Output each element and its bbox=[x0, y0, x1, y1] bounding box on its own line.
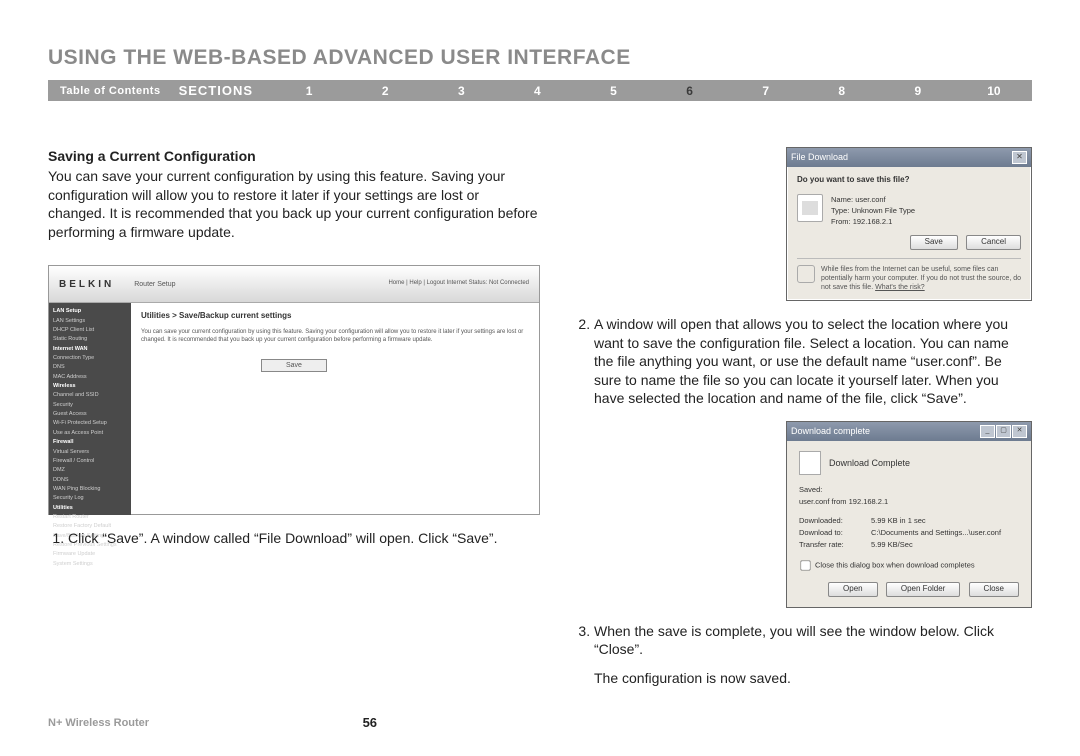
minimize-icon[interactable]: _ bbox=[980, 425, 995, 438]
intro-paragraph: You can save your current configuration … bbox=[48, 167, 540, 241]
router-setup-label: Router Setup bbox=[134, 280, 175, 289]
side-item: Security bbox=[53, 401, 127, 410]
close-icon[interactable]: ✕ bbox=[1012, 151, 1027, 164]
transferrate-value: 5.99 KB/Sec bbox=[871, 539, 913, 551]
close-checkbox[interactable] bbox=[800, 561, 810, 571]
sections-label: SECTIONS bbox=[173, 83, 271, 98]
dialog-title: File Download bbox=[791, 152, 848, 164]
section-8[interactable]: 8 bbox=[804, 84, 880, 98]
section-heading: Saving a Current Configuration bbox=[48, 147, 540, 165]
section-7[interactable]: 7 bbox=[728, 84, 804, 98]
open-button[interactable]: Open bbox=[828, 582, 878, 597]
side-item: Static Routing bbox=[53, 335, 127, 344]
section-6[interactable]: 6 bbox=[652, 84, 728, 98]
side-lan: LAN Setup bbox=[53, 307, 127, 316]
router-sidebar: LAN Setup LAN Settings DHCP Client List … bbox=[49, 303, 131, 515]
section-navbar: Table of Contents SECTIONS 1 2 3 4 5 6 7… bbox=[48, 80, 1032, 101]
side-item: Firewall / Control bbox=[53, 457, 127, 466]
side-item: WAN Ping Blocking bbox=[53, 485, 127, 494]
product-name: N+ Wireless Router bbox=[48, 717, 149, 729]
close-checkbox-label: Close this dialog box when download comp… bbox=[815, 561, 975, 570]
side-item: Connection Type bbox=[53, 354, 127, 363]
router-header-links: Home | Help | Logout Internet Status: No… bbox=[388, 280, 529, 288]
steps-right-2: When the save is complete, you will see … bbox=[574, 622, 1032, 659]
breadcrumb: Utilities > Save/Backup current settings bbox=[141, 311, 529, 322]
side-item: DMZ bbox=[53, 466, 127, 475]
from-label: From: bbox=[831, 217, 851, 226]
maximize-icon[interactable]: ▢ bbox=[996, 425, 1011, 438]
belkin-logo: BELKIN bbox=[59, 278, 114, 291]
side-item: LAN Settings bbox=[53, 317, 127, 326]
downloadto-value: C:\Documents and Settings...\user.conf bbox=[871, 527, 1001, 539]
type-value: Unknown File Type bbox=[851, 206, 915, 215]
section-4[interactable]: 4 bbox=[499, 84, 575, 98]
step-2: A window will open that allows you to se… bbox=[594, 315, 1032, 407]
side-item: DDNS bbox=[53, 476, 127, 485]
router-desc: You can save your current configuration … bbox=[141, 328, 529, 345]
page-number: 56 bbox=[149, 715, 590, 730]
downloadto-label: Download to: bbox=[799, 527, 871, 539]
side-item: Firmware Update bbox=[53, 550, 127, 559]
download-complete-dialog: Download complete _ ▢ ✕ Download Complet… bbox=[786, 421, 1032, 607]
side-item: MAC Address bbox=[53, 373, 127, 382]
side-wan: Internet WAN bbox=[53, 345, 127, 354]
save-button[interactable]: Save bbox=[910, 235, 958, 250]
cancel-button[interactable]: Cancel bbox=[966, 235, 1021, 250]
router-save-button[interactable]: Save bbox=[261, 359, 327, 372]
saved-value: user.conf from 192.168.2.1 bbox=[799, 497, 1019, 507]
file-icon bbox=[797, 194, 823, 222]
section-9[interactable]: 9 bbox=[880, 84, 956, 98]
side-item: Restart Router bbox=[53, 513, 127, 522]
section-1[interactable]: 1 bbox=[271, 84, 347, 98]
side-item: DHCP Client List bbox=[53, 326, 127, 335]
type-label: Type: bbox=[831, 206, 849, 215]
name-value: user.conf bbox=[855, 195, 885, 204]
page-title: USING THE WEB-BASED ADVANCED USER INTERF… bbox=[48, 46, 1032, 70]
toc-link[interactable]: Table of Contents bbox=[48, 85, 173, 97]
downloaded-value: 5.99 KB in 1 sec bbox=[871, 515, 926, 527]
final-note: The configuration is now saved. bbox=[594, 669, 1032, 687]
router-screenshot: BELKIN Router Setup Home | Help | Logout… bbox=[48, 265, 540, 515]
from-value: 192.168.2.1 bbox=[853, 217, 893, 226]
side-firewall: Firewall bbox=[53, 438, 127, 447]
document-icon bbox=[799, 451, 821, 475]
side-item: Use as Access Point bbox=[53, 429, 127, 438]
side-utilities: Utilities bbox=[53, 504, 127, 513]
side-item: Guest Access bbox=[53, 410, 127, 419]
download-complete-label: Download Complete bbox=[829, 458, 910, 470]
side-wireless: Wireless bbox=[53, 382, 127, 391]
side-item: DNS bbox=[53, 363, 127, 372]
side-item: Virtual Servers bbox=[53, 448, 127, 457]
risk-link[interactable]: What's the risk? bbox=[875, 284, 925, 291]
saved-label: Saved: bbox=[799, 485, 1019, 495]
dialog-title: Download complete bbox=[791, 426, 870, 438]
close-icon[interactable]: ✕ bbox=[1012, 425, 1027, 438]
right-column: File Download ✕ Do you want to save this… bbox=[574, 147, 1032, 687]
left-column: Saving a Current Configuration You can s… bbox=[48, 147, 540, 687]
transferrate-label: Transfer rate: bbox=[799, 539, 871, 551]
downloaded-label: Downloaded: bbox=[799, 515, 871, 527]
section-10[interactable]: 10 bbox=[956, 84, 1032, 98]
side-item: Wi-Fi Protected Setup bbox=[53, 419, 127, 428]
name-label: Name: bbox=[831, 195, 853, 204]
step-1: Click “Save”. A window called “File Down… bbox=[68, 529, 540, 547]
shield-icon bbox=[797, 265, 815, 283]
open-folder-button[interactable]: Open Folder bbox=[886, 582, 960, 597]
side-item: Security Log bbox=[53, 494, 127, 503]
dialog-question: Do you want to save this file? bbox=[797, 175, 1021, 186]
steps-right: A window will open that allows you to se… bbox=[574, 315, 1032, 407]
file-download-dialog: File Download ✕ Do you want to save this… bbox=[786, 147, 1032, 301]
step-3: When the save is complete, you will see … bbox=[594, 622, 1032, 659]
steps-left: Click “Save”. A window called “File Down… bbox=[48, 529, 540, 547]
section-2[interactable]: 2 bbox=[347, 84, 423, 98]
close-button[interactable]: Close bbox=[969, 582, 1019, 597]
section-3[interactable]: 3 bbox=[423, 84, 499, 98]
side-item: System Settings bbox=[53, 560, 127, 569]
section-5[interactable]: 5 bbox=[575, 84, 651, 98]
side-item: Channel and SSID bbox=[53, 391, 127, 400]
